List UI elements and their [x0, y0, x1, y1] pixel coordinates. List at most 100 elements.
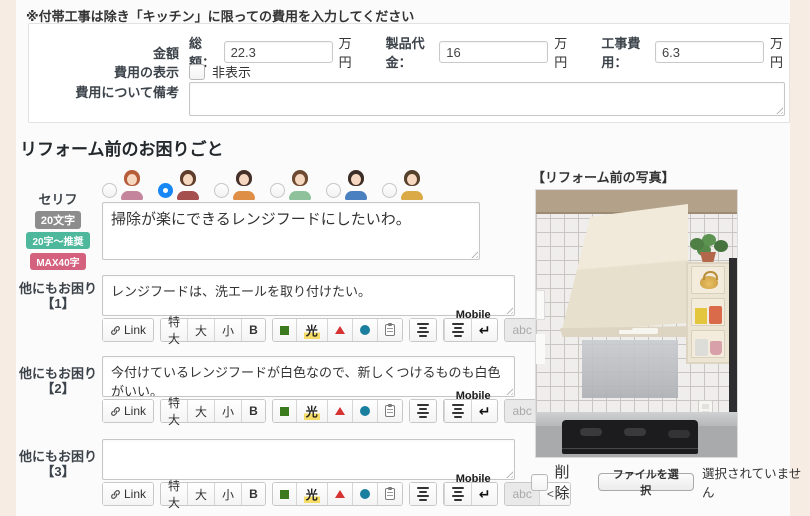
avatar-radio-pair — [326, 170, 369, 200]
red-triangle-icon — [335, 490, 345, 498]
section-1-label-text: 他にもお困り — [19, 281, 97, 296]
ceiling — [536, 190, 737, 214]
serif-textarea[interactable]: 掃除が楽にできるレンジフードにしたいわ。 — [102, 202, 480, 260]
max-length-badge: MAX40字 — [30, 253, 85, 270]
abc-button[interactable]: abc — [505, 400, 538, 422]
link-button-label: Link — [124, 487, 146, 501]
size-large-button[interactable]: 大 — [187, 483, 214, 505]
teal-text-button[interactable] — [352, 400, 377, 422]
align-center-icon — [417, 404, 429, 418]
clipboard-icon — [385, 324, 395, 336]
yellow-box — [695, 308, 707, 324]
file-status-text: 選択されていません — [702, 463, 810, 501]
link-button[interactable]: Link — [103, 400, 153, 422]
memo-button[interactable] — [377, 400, 402, 422]
section-3-textarea[interactable] — [102, 439, 515, 480]
amount-label: 金額 — [29, 43, 179, 62]
mobile-linebreak-button[interactable]: ↵ — [471, 483, 498, 505]
serif-label: セリフ — [16, 189, 100, 208]
avatar-radio-woman-brown-bob[interactable] — [158, 183, 173, 198]
memo-button[interactable] — [377, 483, 402, 505]
page-section-heading: リフォーム前のお困りごと — [20, 135, 224, 160]
editor-toolbar: Link 特大 大 小 B 光 Mobile ↵ abc <> — [102, 399, 512, 423]
memo-button[interactable] — [377, 319, 402, 341]
avatar-radio-man-blue-shirt[interactable] — [326, 183, 341, 198]
shelf-unit — [686, 262, 732, 364]
size-small-button[interactable]: 小 — [214, 400, 241, 422]
teal-text-button[interactable] — [352, 319, 377, 341]
bold-button[interactable]: B — [241, 319, 265, 341]
align-center-icon — [452, 404, 464, 418]
green-text-button[interactable] — [273, 319, 296, 341]
section-2-textarea[interactable]: 今付けているレンジフードが白色なので、新しくつけるものも白色がいい。 — [102, 356, 515, 397]
mobile-align-button[interactable] — [444, 400, 471, 422]
before-renovation-photo — [535, 189, 738, 458]
size-xlarge-button[interactable]: 特大 — [161, 400, 187, 422]
bold-button[interactable]: B — [241, 483, 265, 505]
char-count-badge: 20文字 — [35, 211, 81, 229]
red-text-button[interactable] — [327, 319, 352, 341]
mobile-linebreak-button[interactable]: ↵ — [471, 400, 498, 422]
cost-display-row: 費用の表示 非表示 — [29, 62, 789, 81]
link-button[interactable]: Link — [103, 483, 153, 505]
highlight-button[interactable]: 光 — [296, 319, 327, 341]
red-text-button[interactable] — [327, 400, 352, 422]
size-xlarge-button[interactable]: 特大 — [161, 483, 187, 505]
return-arrow-icon: ↵ — [479, 323, 491, 337]
avatar-radio-man-green-shirt[interactable] — [270, 183, 285, 198]
size-small-button[interactable]: 小 — [214, 319, 241, 341]
range-hood-switches — [632, 328, 658, 334]
section-1-label: 他にもお困り 【1】 — [16, 281, 100, 311]
green-text-button[interactable] — [273, 483, 296, 505]
avatar-radio-woman-auburn-hair[interactable] — [102, 183, 117, 198]
link-button-label: Link — [124, 404, 146, 418]
highlight-marker-icon: 光 — [304, 322, 320, 339]
delete-photo-checkbox[interactable] — [531, 474, 548, 491]
abc-button[interactable]: abc — [505, 319, 538, 341]
choose-file-button[interactable]: ファイルを選択 — [598, 473, 694, 491]
pink-cup — [710, 341, 722, 355]
size-xlarge-button[interactable]: 特大 — [161, 319, 187, 341]
total-amount-input[interactable] — [224, 41, 333, 63]
avatar-radio-man-yellow-shirt[interactable] — [382, 183, 397, 198]
editor-toolbar: Link 特大 大 小 B 光 Mobile ↵ abc <> — [102, 482, 512, 506]
highlight-button[interactable]: 光 — [296, 483, 327, 505]
editor-toolbar: Link 特大 大 小 B 光 Mobile ↵ abc <> — [102, 318, 512, 342]
section-3-label: 他にもお困り 【3】 — [16, 449, 100, 479]
mobile-group-label: Mobile — [456, 390, 491, 402]
link-icon — [110, 489, 121, 500]
green-square-icon — [280, 490, 289, 499]
hide-cost-checkbox[interactable] — [189, 64, 205, 80]
teal-text-button[interactable] — [352, 483, 377, 505]
link-button[interactable]: Link — [103, 319, 153, 341]
red-text-button[interactable] — [327, 483, 352, 505]
product-cost-input[interactable] — [439, 41, 548, 63]
teal-circle-icon — [360, 489, 370, 499]
mobile-align-button[interactable] — [444, 483, 471, 505]
construction-cost-input[interactable] — [655, 41, 764, 63]
size-large-button[interactable]: 大 — [187, 400, 214, 422]
avatar-radio-older-woman-bun[interactable] — [214, 183, 229, 198]
gray-bag — [695, 339, 708, 356]
bold-button[interactable]: B — [241, 400, 265, 422]
align-center-button[interactable] — [410, 319, 436, 341]
align-center-button[interactable] — [410, 400, 436, 422]
size-large-button[interactable]: 大 — [187, 319, 214, 341]
cost-remarks-textarea[interactable] — [189, 82, 785, 116]
mobile-align-button[interactable] — [444, 319, 471, 341]
teal-circle-icon — [360, 325, 370, 335]
section-3-number: 【3】 — [41, 464, 74, 479]
brass-kettle — [700, 276, 718, 289]
return-arrow-icon: ↵ — [479, 487, 491, 501]
avatar-older-woman-bun — [231, 170, 257, 200]
section-1-textarea[interactable]: レンジフードは、洗エールを取り付けたい。 — [102, 275, 515, 316]
mobile-linebreak-button[interactable]: ↵ — [471, 319, 498, 341]
highlight-marker-icon: 光 — [304, 486, 320, 503]
highlight-button[interactable]: 光 — [296, 400, 327, 422]
section-2-label-text: 他にもお困り — [19, 366, 97, 381]
align-center-button[interactable] — [410, 483, 436, 505]
size-small-button[interactable]: 小 — [214, 483, 241, 505]
green-text-button[interactable] — [273, 400, 296, 422]
mobile-group-label: Mobile — [456, 309, 491, 321]
align-center-icon — [417, 323, 429, 337]
